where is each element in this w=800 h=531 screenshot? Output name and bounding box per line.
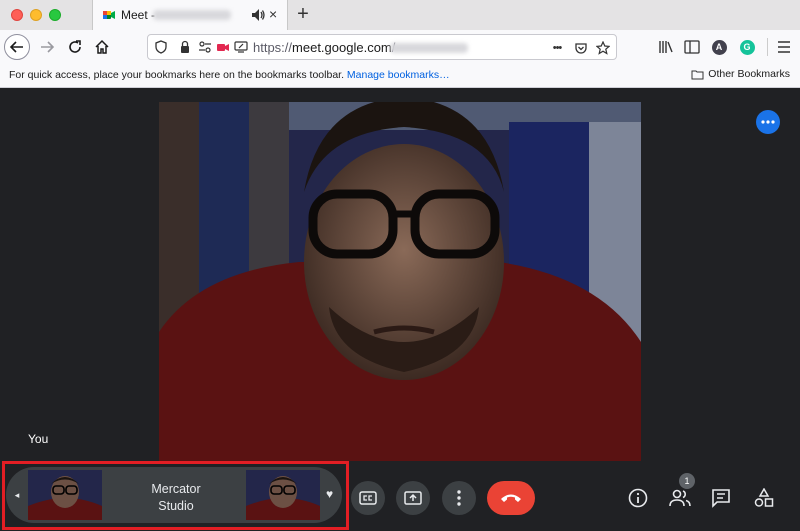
redacted-tab-text: [153, 10, 231, 20]
camera-feed: [159, 102, 641, 461]
studio-title: Mercator Studio: [151, 482, 201, 513]
call-controls-bar: ◂ Mercator Studio ♥ 1: [0, 461, 800, 531]
participant-count-badge: 1: [679, 473, 695, 489]
chat-icon: [712, 489, 730, 508]
more-actions-button[interactable]: [442, 481, 476, 515]
tab-title: Meet -: [121, 8, 156, 22]
other-bookmarks-button[interactable]: Other Bookmarks: [691, 68, 790, 80]
arrow-right-icon: [41, 41, 55, 53]
bookmarks-hint: For quick access, place your bookmarks h…: [9, 69, 450, 81]
meeting-details-button[interactable]: [626, 486, 650, 510]
grammarly-icon[interactable]: G: [736, 36, 758, 58]
star-icon[interactable]: [594, 39, 612, 57]
studio-preview-right[interactable]: [246, 470, 320, 520]
lock-icon[interactable]: [178, 40, 192, 54]
self-video-tile[interactable]: [159, 102, 641, 461]
toolbar-divider: [767, 38, 768, 56]
arrow-left-icon: [9, 41, 23, 53]
minimize-window-button[interactable]: [30, 9, 42, 21]
people-icon: [669, 489, 691, 507]
chat-button[interactable]: [709, 486, 733, 510]
home-button[interactable]: [89, 34, 115, 60]
page-actions-icon[interactable]: •••: [548, 39, 566, 57]
menu-icon[interactable]: [773, 36, 795, 58]
sidebar-icon[interactable]: [681, 36, 703, 58]
studio-preview-left[interactable]: [28, 470, 102, 520]
folder-icon: [691, 70, 704, 79]
manage-bookmarks-link[interactable]: Manage bookmarks…: [347, 69, 450, 81]
close-tab-icon[interactable]: ×: [269, 6, 277, 22]
permissions-icon[interactable]: [198, 40, 212, 54]
more-options-button[interactable]: [756, 110, 780, 134]
hang-up-icon: [501, 494, 521, 502]
closed-captions-icon: [359, 491, 377, 505]
bookmarks-toolbar: For quick access, place your bookmarks h…: [0, 64, 800, 88]
info-icon: [628, 488, 648, 508]
present-screen-icon: [404, 491, 422, 505]
library-icon[interactable]: [655, 36, 677, 58]
captions-button[interactable]: [351, 481, 385, 515]
camera-icon[interactable]: [216, 40, 230, 54]
leave-call-button[interactable]: [487, 481, 535, 515]
meet-stage: You ◂ Mercator Studio ♥ 1: [0, 89, 800, 531]
forward-button[interactable]: [34, 34, 60, 60]
new-tab-button[interactable]: +: [292, 2, 314, 26]
browser-tab-meet[interactable]: Meet - ×: [92, 0, 288, 30]
close-window-button[interactable]: [11, 9, 23, 21]
browser-titlebar: Meet - × +: [0, 0, 800, 30]
participants-button[interactable]: [668, 486, 692, 510]
mercator-studio-extension[interactable]: ◂ Mercator Studio ♥: [6, 467, 342, 523]
screen-share-icon[interactable]: [234, 40, 248, 54]
collapse-arrow-icon[interactable]: ◂: [10, 487, 24, 503]
google-meet-icon: [103, 11, 115, 19]
redacted-url-text: [390, 43, 468, 53]
pocket-icon[interactable]: [572, 39, 590, 57]
more-vertical-icon: [457, 490, 461, 506]
home-icon: [95, 39, 109, 54]
self-name-label: You: [28, 432, 49, 446]
more-horizontal-icon: [761, 120, 775, 124]
activities-button[interactable]: [752, 486, 776, 510]
present-now-button[interactable]: [396, 481, 430, 515]
account-icon[interactable]: A: [708, 36, 730, 58]
shield-icon[interactable]: [154, 40, 168, 54]
heart-icon[interactable]: ♥: [326, 487, 333, 501]
shapes-icon: [754, 488, 774, 507]
browser-navbar: https://meet.google.com/ ••• A G: [0, 30, 800, 64]
maximize-window-button[interactable]: [49, 9, 61, 21]
reload-button[interactable]: [62, 34, 88, 60]
address-bar[interactable]: https://meet.google.com/ •••: [147, 34, 617, 60]
url-text: https://meet.google.com/: [253, 40, 395, 55]
reload-icon: [69, 40, 81, 53]
speaker-icon[interactable]: [251, 7, 265, 23]
back-button[interactable]: [4, 34, 30, 60]
